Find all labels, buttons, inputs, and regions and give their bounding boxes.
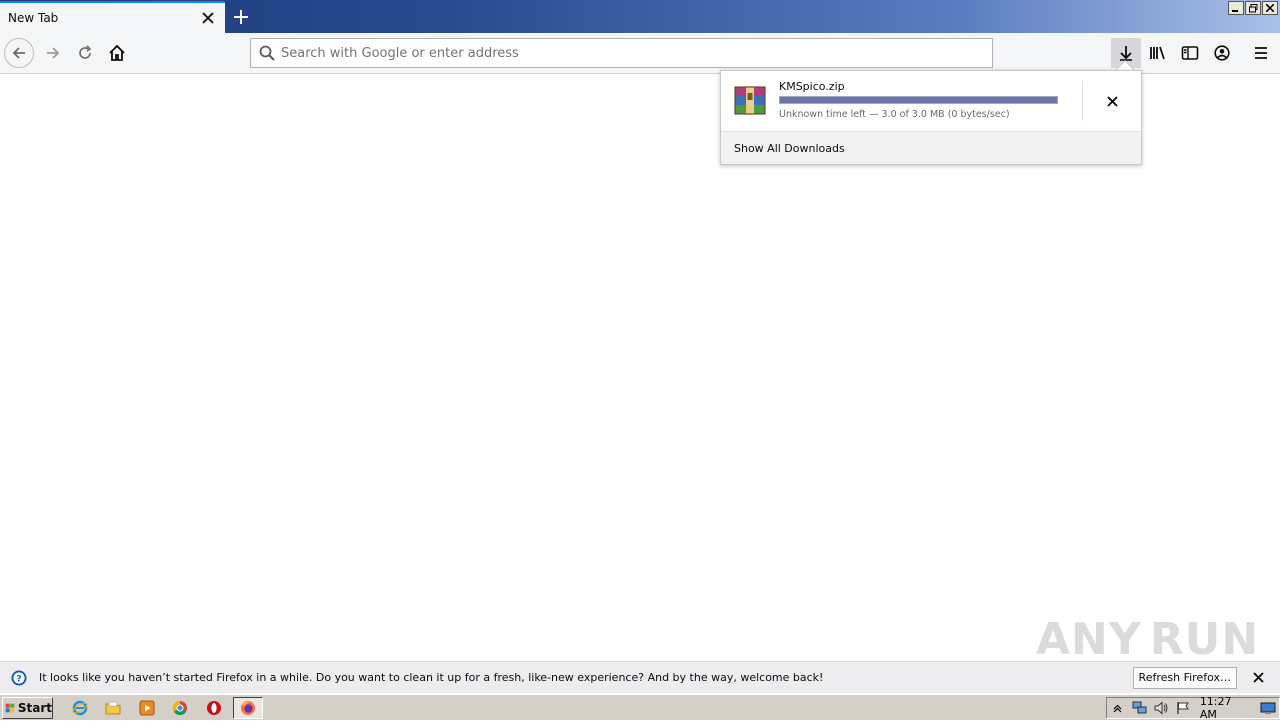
address-input[interactable] (281, 40, 992, 66)
close-icon (1266, 4, 1274, 12)
download-progress-bar (779, 96, 1058, 104)
forward-button[interactable] (38, 38, 68, 68)
download-progress-fill (780, 97, 1057, 103)
archive-file-icon (733, 83, 767, 117)
notification-text: It looks like you haven’t started Firefo… (39, 671, 824, 684)
window-controls (1228, 1, 1278, 15)
folder-icon (105, 701, 121, 715)
desktop-icon (1260, 702, 1276, 714)
flag-icon (1177, 702, 1189, 714)
titlebar: New Tab (0, 0, 1280, 33)
chevron-up-icon (1113, 704, 1122, 712)
navigation-toolbar (0, 33, 1280, 74)
show-all-downloads-label: Show All Downloads (734, 141, 845, 155)
cancel-download-button[interactable] (1099, 88, 1125, 114)
start-label: Start (17, 701, 52, 715)
home-icon (109, 44, 125, 61)
internet-explorer-icon (72, 700, 88, 716)
tab-title: New Tab (8, 11, 59, 25)
svg-text:?: ? (16, 674, 21, 684)
close-icon (1106, 95, 1118, 107)
window-close-button[interactable] (1262, 1, 1278, 15)
network-icon (1132, 701, 1147, 714)
sidebar-icon (1181, 46, 1199, 60)
search-icon (259, 45, 275, 61)
minimize-button[interactable] (1228, 1, 1244, 15)
notification-bar: ? It looks like you haven’t started Fire… (0, 661, 1280, 693)
hamburger-menu-icon (1255, 47, 1267, 59)
refresh-firefox-button[interactable]: Refresh Firefox… (1132, 666, 1237, 689)
download-status: Unknown time left — 3.0 of 3.0 MB (0 byt… (779, 109, 1010, 120)
back-button[interactable] (4, 38, 34, 68)
home-button[interactable] (102, 38, 132, 68)
taskbar-opera[interactable] (202, 697, 226, 719)
back-arrow-icon (12, 47, 25, 59)
new-tab-button[interactable] (228, 4, 254, 30)
taskbar-internet-explorer[interactable] (68, 697, 92, 719)
close-notification-button[interactable] (1249, 669, 1267, 687)
library-button[interactable] (1143, 38, 1173, 68)
restore-icon (1248, 3, 1257, 12)
taskbar-chrome[interactable] (168, 697, 192, 719)
speaker-icon (1154, 701, 1168, 715)
tab-new-tab[interactable]: New Tab (0, 1, 225, 33)
show-all-downloads-button[interactable]: Show All Downloads (721, 131, 1141, 164)
reload-icon (79, 45, 92, 59)
windows-logo-icon (5, 703, 15, 713)
account-button[interactable] (1207, 38, 1237, 68)
tray-action-center[interactable] (1172, 698, 1194, 718)
tray-volume[interactable] (1150, 698, 1172, 718)
taskbar-firefox[interactable] (233, 697, 263, 719)
account-icon (1214, 45, 1230, 61)
sidebar-button[interactable] (1175, 38, 1205, 68)
opera-icon (207, 701, 221, 715)
minimize-icon (1232, 10, 1238, 12)
watermark-left: ANY (1036, 613, 1142, 665)
info-question-icon: ? (11, 670, 27, 685)
taskbar-media-player[interactable] (135, 697, 159, 719)
taskbar: Start 11:27 AM (0, 694, 1280, 721)
reload-button[interactable] (70, 38, 100, 68)
divider (1082, 81, 1083, 121)
system-tray: 11:27 AM (1106, 695, 1280, 721)
forward-arrow-icon (47, 47, 60, 59)
firefox-icon (241, 701, 255, 715)
downloads-panel: KMSpico.zip Unknown time left — 3.0 of 3… (720, 70, 1142, 165)
chrome-icon (172, 700, 187, 716)
tray-network[interactable] (1129, 698, 1151, 718)
close-tab-icon[interactable] (195, 5, 221, 31)
menu-button[interactable] (1246, 38, 1276, 68)
watermark-right: RUN (1149, 613, 1260, 665)
close-icon (1252, 672, 1264, 683)
show-hidden-icons-button[interactable] (1107, 698, 1129, 718)
download-filename: KMSpico.zip (779, 80, 845, 93)
library-icon (1150, 46, 1165, 60)
plus-icon (234, 10, 248, 24)
clock: 11:27 AM (1199, 695, 1232, 721)
anyrun-watermark: ANY RUN (1036, 610, 1258, 668)
start-button[interactable]: Start (2, 697, 53, 719)
download-item[interactable]: KMSpico.zip Unknown time left — 3.0 of 3… (721, 71, 1141, 131)
restore-button[interactable] (1245, 1, 1261, 15)
download-arrow-icon (1120, 46, 1132, 61)
show-desktop-button[interactable] (1257, 698, 1279, 718)
taskbar-file-explorer[interactable] (101, 697, 125, 719)
address-bar[interactable] (250, 38, 993, 68)
media-player-icon (139, 700, 155, 716)
